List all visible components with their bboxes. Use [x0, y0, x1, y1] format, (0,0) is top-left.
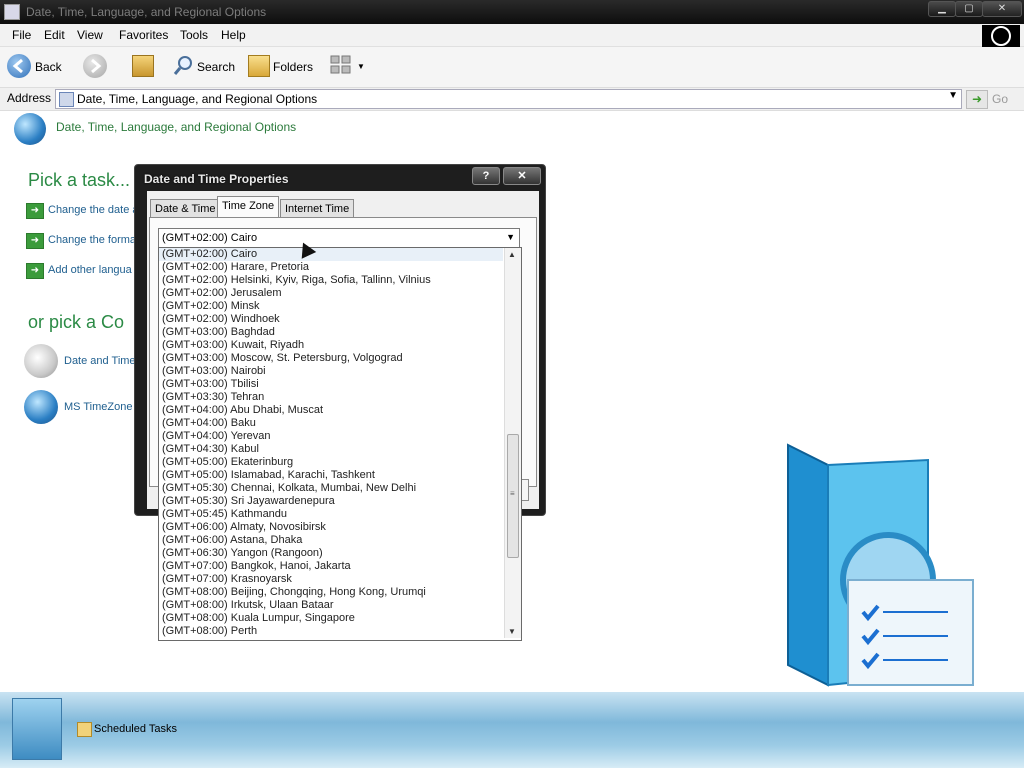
time-zone-option[interactable]: (GMT+02:00) Cairo [159, 248, 503, 261]
time-zone-option[interactable]: (GMT+07:00) Krasnoyarsk [159, 573, 503, 586]
time-zone-option[interactable]: (GMT+02:00) Helsinki, Kyiv, Riga, Sofia,… [159, 274, 503, 287]
time-zone-option[interactable]: (GMT+02:00) Jerusalem [159, 287, 503, 300]
time-zone-option[interactable]: (GMT+02:00) Windhoek [159, 313, 503, 326]
folders-button-label[interactable]: Folders [273, 60, 313, 74]
task-arrow-icon[interactable]: ➜ [26, 203, 44, 219]
time-zone-option[interactable]: (GMT+07:00) Bangkok, Hanoi, Jakarta [159, 560, 503, 573]
go-button-label[interactable]: Go [992, 92, 1008, 106]
thumb-grip-icon: ≡ [510, 489, 515, 498]
menu-view[interactable]: View [77, 28, 103, 42]
menu-tools[interactable]: Tools [180, 28, 208, 42]
logo-ring-icon [991, 26, 1011, 46]
task-link-change-format[interactable]: Change the forma [48, 234, 136, 246]
time-zone-option[interactable]: (GMT+06:30) Yangon (Rangoon) [159, 547, 503, 560]
search-icon[interactable] [172, 54, 194, 76]
time-zone-selected-value: (GMT+02:00) Cairo [162, 232, 258, 244]
dialog-close-button[interactable]: ✕ [503, 167, 541, 185]
taskbar-item-scheduled-tasks[interactable]: Scheduled Tasks [94, 723, 177, 735]
folders-icon[interactable] [248, 55, 270, 77]
dialog-title: Date and Time Properties [144, 172, 289, 186]
time-zone-option[interactable]: (GMT+03:00) Kuwait, Riyadh [159, 339, 503, 352]
time-zone-option[interactable]: (GMT+05:00) Islamabad, Karachi, Tashkent [159, 469, 503, 482]
task-link-change-date[interactable]: Change the date a [48, 204, 139, 216]
address-label: Address [7, 91, 52, 105]
control-panel-small-icon [59, 92, 74, 107]
cp-item-ms-timezone[interactable]: MS TimeZone [64, 401, 132, 413]
task-arrow-icon[interactable]: ➜ [26, 263, 44, 279]
time-zone-dropdown-list[interactable]: (GMT+02:00) Cairo (GMT+02:00) Harare, Pre… [158, 247, 522, 641]
time-zone-option[interactable]: (GMT+04:00) Abu Dhabi, Muscat [159, 404, 503, 417]
time-zone-option[interactable]: (GMT+03:00) Baghdad [159, 326, 503, 339]
minimize-button[interactable]: ▁ [928, 1, 956, 17]
tab-time-zone[interactable]: Time Zone [217, 196, 280, 219]
maximize-button[interactable]: ▢ [955, 1, 983, 17]
menu-bar: File Edit View Favorites Tools Help [0, 24, 1024, 47]
tab-internet-time[interactable]: Internet Time [280, 199, 355, 218]
task-link-add-language[interactable]: Add other langua [48, 264, 132, 276]
views-dropdown-arrow-icon[interactable]: ▼ [357, 62, 365, 71]
time-zone-option[interactable]: (GMT+04:00) Baku [159, 417, 503, 430]
views-icon[interactable] [330, 55, 352, 75]
address-bar: Address Date, Time, Language, and Region… [0, 87, 1024, 111]
address-value: Date, Time, Language, and Regional Optio… [77, 92, 318, 106]
time-zone-option[interactable]: (GMT+05:30) Sri Jayawardenepura [159, 495, 503, 508]
scroll-down-icon[interactable]: ▼ [508, 627, 516, 636]
address-dropdown-arrow-icon[interactable]: ▼ [948, 90, 958, 101]
back-button-label[interactable]: Back [35, 60, 62, 74]
control-panel-folder-illustration [787, 443, 974, 687]
up-folder-icon[interactable] [132, 55, 154, 77]
timezone-globe-icon[interactable] [24, 390, 58, 424]
chevron-down-icon[interactable]: ▼ [506, 232, 515, 242]
time-zone-option[interactable]: (GMT+03:30) Tehran [159, 391, 503, 404]
time-zone-option[interactable]: (GMT+05:30) Chennai, Kolkata, Mumbai, Ne… [159, 482, 503, 495]
time-zone-option[interactable]: (GMT+08:00) Perth [159, 625, 503, 638]
menu-file[interactable]: File [12, 28, 31, 42]
time-zone-option[interactable]: (GMT+06:00) Almaty, Novosibirsk [159, 521, 503, 534]
time-zone-option[interactable]: (GMT+04:30) Kabul [159, 443, 503, 456]
help-button[interactable]: ? [472, 167, 500, 185]
search-button-label[interactable]: Search [197, 60, 235, 74]
go-arrow-icon[interactable]: ➜ [966, 90, 988, 109]
pick-control-panel-heading: or pick a Co [28, 312, 125, 332]
taskbar: Scheduled Tasks [0, 692, 1024, 768]
time-zone-option[interactable]: (GMT+05:00) Ekaterinburg [159, 456, 503, 469]
page-title: Date, Time, Language, and Regional Optio… [56, 120, 297, 134]
scheduled-tasks-icon[interactable] [77, 722, 92, 737]
time-zone-option[interactable]: (GMT+08:00) Kuala Lumpur, Singapore [159, 612, 503, 625]
time-zone-option[interactable]: (GMT+08:00) Beijing, Chongqing, Hong Kon… [159, 586, 503, 599]
time-zone-option[interactable]: (GMT+02:00) Minsk [159, 300, 503, 313]
scrollbar-thumb[interactable]: ≡ [507, 434, 519, 558]
dropdown-scrollbar[interactable]: ▲ ≡ ▼ [504, 248, 521, 638]
time-zone-option[interactable]: (GMT+03:00) Nairobi [159, 365, 503, 378]
windows-logo [982, 25, 1020, 47]
menu-favorites[interactable]: Favorites [119, 28, 168, 42]
menu-help[interactable]: Help [221, 28, 246, 42]
time-zone-option[interactable]: (GMT+02:00) Harare, Pretoria [159, 261, 503, 274]
clock-icon[interactable] [24, 344, 58, 378]
forward-icon[interactable] [83, 54, 107, 78]
toolbar: Back Search Folders ▼ [0, 47, 1024, 87]
window-title: Date, Time, Language, and Regional Optio… [26, 5, 267, 19]
cp-item-date-and-time[interactable]: Date and Time [64, 355, 136, 367]
start-button[interactable] [12, 698, 62, 760]
globe-icon [14, 113, 46, 145]
control-panel-app-icon[interactable] [4, 4, 20, 20]
task-arrow-icon[interactable]: ➜ [26, 233, 44, 249]
pick-task-heading: Pick a task... [28, 170, 131, 190]
time-zone-option[interactable]: (GMT+03:00) Moscow, St. Petersburg, Volg… [159, 352, 503, 365]
address-input[interactable]: Date, Time, Language, and Regional Optio… [55, 89, 962, 109]
window-title-bar: Date, Time, Language, and Regional Optio… [0, 0, 1024, 24]
back-icon[interactable] [7, 54, 31, 78]
scroll-up-icon[interactable]: ▲ [508, 250, 516, 259]
time-zone-option[interactable]: (GMT+06:00) Astana, Dhaka [159, 534, 503, 547]
menu-edit[interactable]: Edit [44, 28, 65, 42]
time-zone-select[interactable]: (GMT+02:00) Cairo ▼ [158, 228, 520, 248]
time-zone-option[interactable]: (GMT+08:00) Irkutsk, Ulaan Bataar [159, 599, 503, 612]
time-zone-option[interactable]: (GMT+03:00) Tbilisi [159, 378, 503, 391]
time-zone-options: (GMT+02:00) Cairo (GMT+02:00) Harare, Pre… [159, 248, 503, 638]
close-button[interactable]: ✕ [982, 1, 1022, 17]
tab-date-time[interactable]: Date & Time [150, 199, 221, 218]
time-zone-option[interactable]: (GMT+04:00) Yerevan [159, 430, 503, 443]
time-zone-option[interactable]: (GMT+05:45) Kathmandu [159, 508, 503, 521]
